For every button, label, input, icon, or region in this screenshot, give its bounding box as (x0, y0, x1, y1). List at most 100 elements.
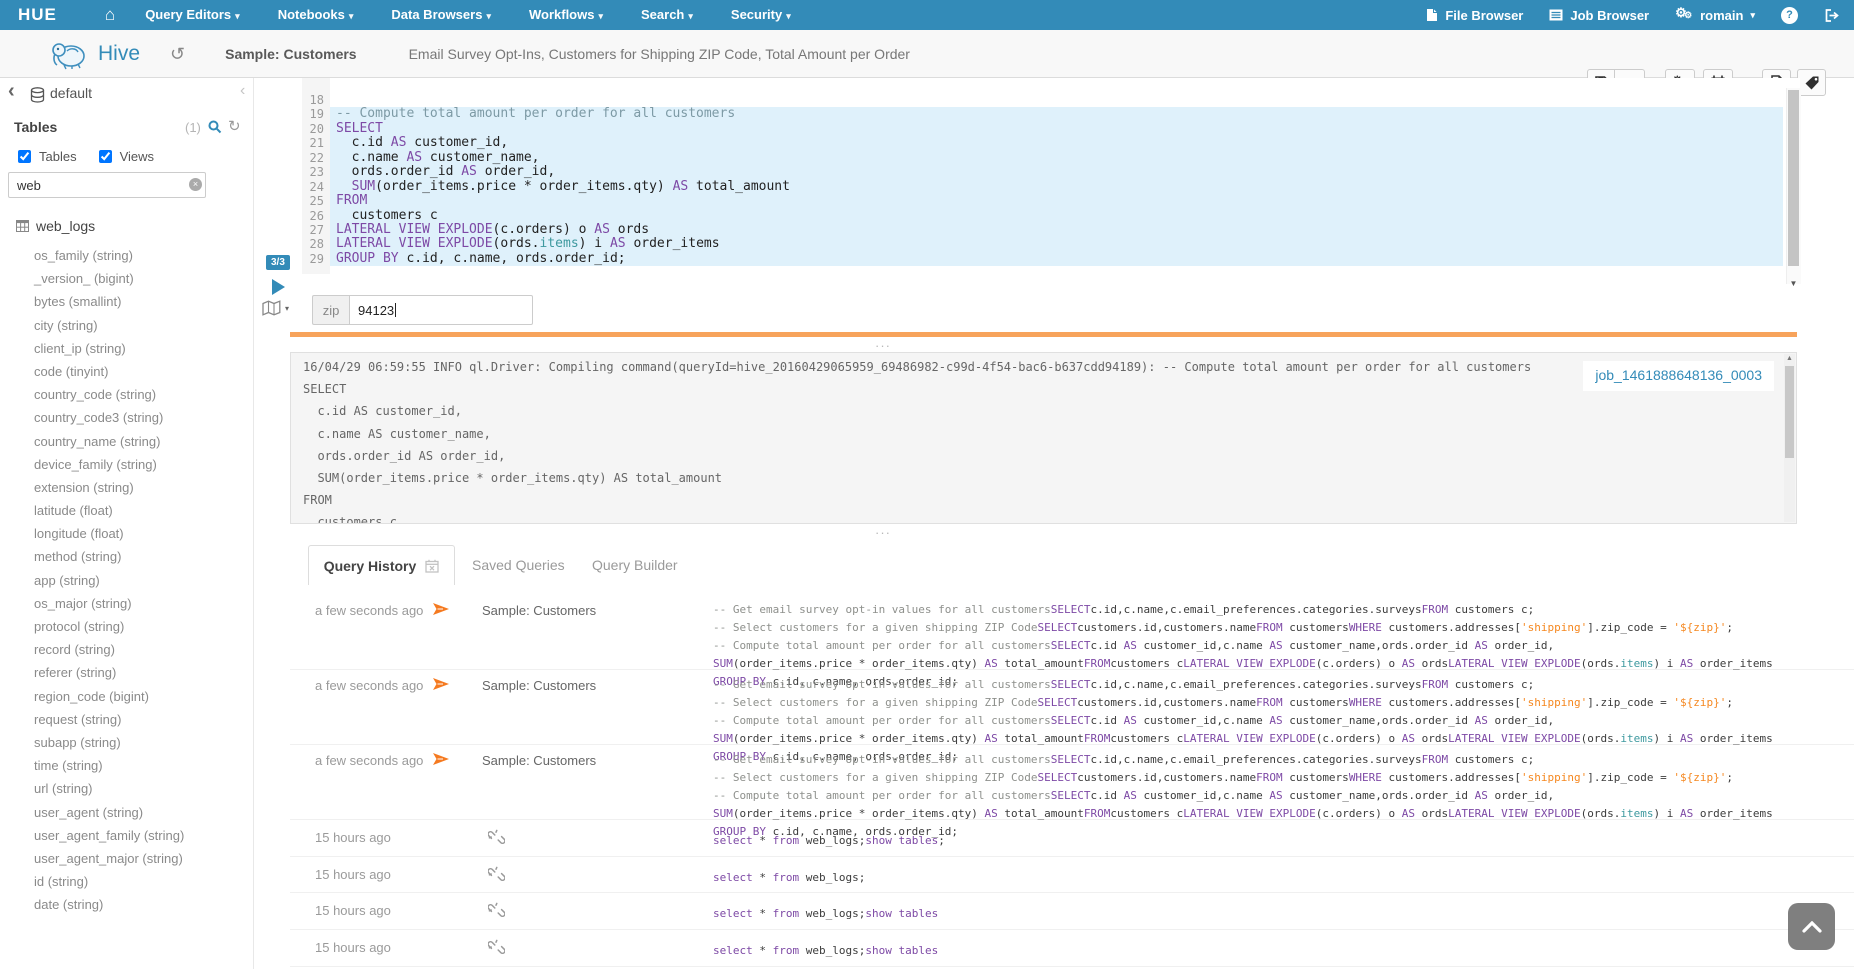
assist-sidebar: ‹ default ‹ Tables (1) ↻ Tables Views × … (0, 78, 254, 969)
history-row[interactable]: 15 hours ago select * from web_logs;show… (290, 820, 1854, 857)
collapse-chevron-icon[interactable]: ‹ (240, 82, 245, 100)
column-item[interactable]: extension (string) (34, 476, 184, 499)
filter-views-checkbox[interactable]: Views (95, 147, 154, 166)
tab-query-builder[interactable]: Query Builder (592, 545, 678, 585)
sql-editor[interactable]: 1819-- Compute total amount per order fo… (302, 78, 1800, 286)
tables-checkbox[interactable] (18, 150, 31, 163)
resize-handle-top[interactable]: ··· (875, 338, 891, 353)
column-item[interactable]: os_family (string) (34, 244, 184, 267)
filter-tables-checkbox[interactable]: Tables (14, 147, 77, 166)
column-item[interactable]: app (string) (34, 569, 184, 592)
file-browser-link[interactable]: File Browser (1426, 8, 1523, 23)
column-item[interactable]: city (string) (34, 314, 184, 337)
refresh-icon[interactable]: ↻ (228, 117, 241, 135)
scroll-down-arrow[interactable]: ▼ (1787, 279, 1800, 288)
variables-menu-button[interactable]: ▾ (262, 300, 289, 316)
clear-history-calendar-icon[interactable] (425, 559, 439, 573)
editor-line[interactable]: 18 (330, 93, 1783, 107)
column-item[interactable]: _version_ (bigint) (34, 267, 184, 290)
navbar-menu-item[interactable]: Notebooks▾ (278, 0, 354, 31)
editor-line[interactable]: 23 ords.order_id AS order_id, (330, 165, 1783, 179)
variable-label: zip (312, 295, 349, 325)
clear-search-icon[interactable]: × (189, 178, 202, 191)
column-item[interactable]: bytes (smallint) (34, 290, 184, 313)
scroll-to-top-button[interactable] (1788, 903, 1835, 950)
logout-icon[interactable] (1824, 8, 1840, 23)
history-row[interactable]: a few seconds ago Sample: Customers -- G… (290, 595, 1854, 670)
table-item-web-logs[interactable]: web_logs (16, 218, 95, 234)
database-name[interactable]: default (50, 85, 92, 101)
top-navbar: HUE ⌂ Query Editors▾ Notebooks▾ Data Brows… (0, 0, 1854, 30)
history-row[interactable]: 15 hours ago select * from web_logs;show… (290, 893, 1854, 930)
navbar-menu-item[interactable]: Data Browsers▾ (391, 0, 491, 31)
column-item[interactable]: longitude (float) (34, 522, 184, 545)
back-chevron-icon[interactable]: ‹ (8, 80, 15, 103)
column-item[interactable]: id (string) (34, 870, 184, 893)
job-link[interactable]: job_1461888648136_0003 (1595, 367, 1762, 383)
table-search-input[interactable] (8, 172, 206, 198)
history-row[interactable]: 15 hours ago select * from web_logs;show… (290, 930, 1854, 967)
column-item[interactable]: user_agent (string) (34, 801, 184, 824)
column-item[interactable]: user_agent_major (string) (34, 847, 184, 870)
editor-line[interactable]: 25FROM (330, 194, 1783, 208)
editor-scrollbar[interactable]: ▼ (1786, 88, 1801, 284)
scrollbar-thumb[interactable] (1785, 366, 1794, 458)
log-lines: 16/04/29 06:59:55 INFO ql.Driver: Compil… (303, 356, 1531, 524)
log-scrollbar[interactable]: ▲ (1784, 354, 1795, 522)
editor-line[interactable]: 27LATERAL VIEW EXPLODE(c.orders) o AS or… (330, 223, 1783, 237)
editor-line[interactable]: 22 c.name AS customer_name, (330, 151, 1783, 165)
navbar-menu-item[interactable]: Query Editors▾ (145, 0, 240, 31)
column-item[interactable]: referer (string) (34, 661, 184, 684)
tab-saved-queries[interactable]: Saved Queries (472, 545, 565, 585)
tags-button[interactable] (1797, 69, 1826, 96)
variable-value-input[interactable] (349, 295, 533, 325)
navbar-menu-item[interactable]: Search▾ (641, 0, 693, 31)
row-timestamp: 15 hours ago (315, 903, 391, 918)
tab-query-history[interactable]: Query History (308, 545, 455, 585)
search-icon[interactable] (208, 120, 222, 134)
editor-line[interactable]: 26 customers c (330, 209, 1783, 223)
column-item[interactable]: time (string) (34, 754, 184, 777)
column-item[interactable]: date (string) (34, 893, 184, 916)
editor-line[interactable]: 19-- Compute total amount per order for … (330, 107, 1783, 121)
column-item[interactable]: latitude (float) (34, 499, 184, 522)
column-item[interactable]: region_code (bigint) (34, 685, 184, 708)
column-item[interactable]: user_agent_family (string) (34, 824, 184, 847)
user-menu[interactable]: ⚙⚙ romain ▾ (1675, 7, 1755, 23)
column-item[interactable]: country_name (string) (34, 430, 184, 453)
column-item[interactable]: country_code (string) (34, 383, 184, 406)
scrollbar-thumb[interactable] (1788, 90, 1799, 266)
navbar-menu-item[interactable]: Workflows▾ (529, 0, 603, 31)
editor-line[interactable]: 24 SUM(order_items.price * order_items.q… (330, 180, 1783, 194)
history-row[interactable]: a few seconds ago Sample: Customers -- G… (290, 670, 1854, 745)
column-item[interactable]: url (string) (34, 777, 184, 800)
column-item[interactable]: record (string) (34, 638, 184, 661)
job-browser-link[interactable]: Job Browser (1549, 8, 1649, 23)
scroll-up-arrow[interactable]: ▲ (1784, 355, 1795, 362)
column-item[interactable]: method (string) (34, 545, 184, 568)
column-item[interactable]: os_major (string) (34, 592, 184, 615)
column-item[interactable]: code (tinyint) (34, 360, 184, 383)
history-row[interactable]: 15 hours ago select * from web_logs; (290, 857, 1854, 894)
editor-line[interactable]: 28LATERAL VIEW EXPLODE(ords.items) i AS … (330, 237, 1783, 251)
column-item[interactable]: subapp (string) (34, 731, 184, 754)
column-item[interactable]: protocol (string) (34, 615, 184, 638)
column-item[interactable]: country_code3 (string) (34, 406, 184, 429)
line-number: 18 (302, 93, 324, 107)
document-name: Sample: Customers (225, 46, 356, 62)
navbar-menu-item[interactable]: Security▾ (731, 0, 791, 31)
editor-line[interactable]: 29GROUP BY c.id, c.name, ords.order_id; (330, 252, 1783, 266)
history-icon[interactable]: ↺ (170, 44, 185, 65)
history-row[interactable]: a few seconds ago Sample: Customers -- G… (290, 745, 1854, 820)
execute-button[interactable] (272, 279, 285, 295)
editor-line[interactable]: 20SELECT (330, 122, 1783, 136)
help-icon[interactable]: ? (1781, 7, 1798, 24)
column-item[interactable]: request (string) (34, 708, 184, 731)
editor-line[interactable]: 21 c.id AS customer_id, (330, 136, 1783, 150)
column-item[interactable]: client_ip (string) (34, 337, 184, 360)
home-icon[interactable]: ⌂ (105, 0, 115, 30)
column-item[interactable]: device_family (string) (34, 453, 184, 476)
views-checkbox[interactable] (99, 150, 112, 163)
caret-down-icon: ▾ (486, 11, 491, 21)
hue-logo[interactable]: HUE (18, 5, 57, 25)
